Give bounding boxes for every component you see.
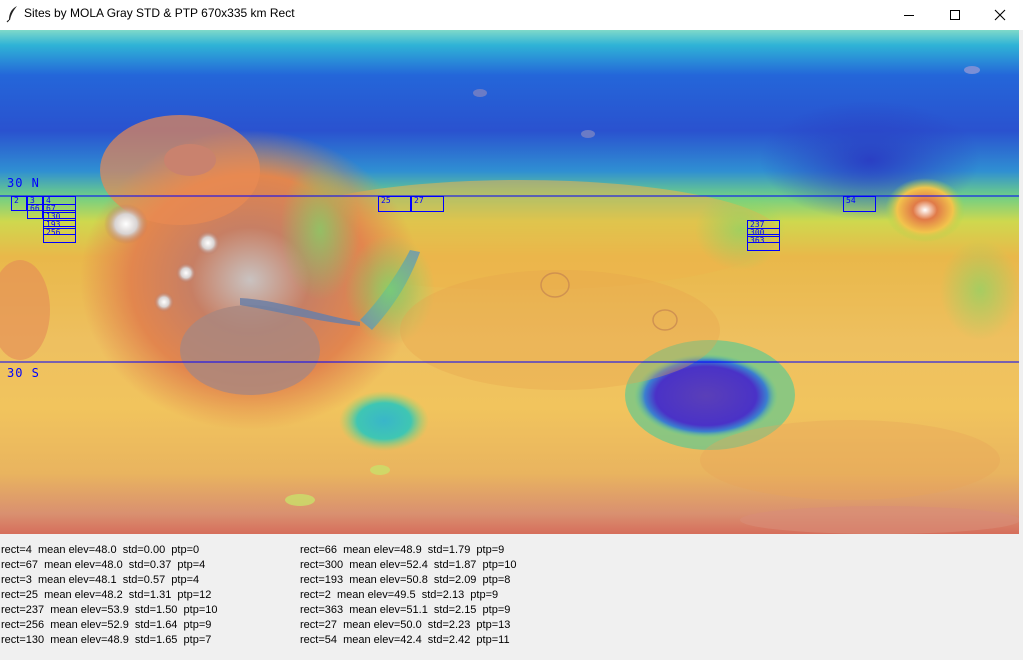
stats-line: rect=363 mean elev=51.1 std=2.15 ptp=9: [300, 604, 511, 616]
close-icon: [994, 9, 1006, 21]
site-rect-66[interactable]: 66: [27, 204, 43, 219]
stats-line: rect=256 mean elev=52.9 std=1.64 ptp=9: [1, 619, 212, 631]
lat-label-30n: 30 N: [7, 176, 40, 190]
site-rect-256[interactable]: 256: [43, 228, 76, 243]
stats-line: rect=67 mean elev=48.0 std=0.37 ptp=4: [1, 559, 206, 571]
site-rect-25[interactable]: 25: [378, 196, 411, 212]
minimize-button[interactable]: [886, 0, 932, 30]
stats-line: rect=300 mean elev=52.4 std=1.87 ptp=10: [300, 559, 517, 571]
stats-line: rect=193 mean elev=50.8 std=2.09 ptp=8: [300, 574, 511, 586]
stats-line: rect=66 mean elev=48.9 std=1.79 ptp=9: [300, 544, 505, 556]
stats-line: rect=25 mean elev=48.2 std=1.31 ptp=12: [1, 589, 212, 601]
site-rect-27[interactable]: 27: [411, 196, 444, 212]
stats-line: rect=2 mean elev=49.5 std=2.13 ptp=9: [300, 589, 499, 601]
site-rect-2[interactable]: 2: [11, 196, 27, 211]
site-rect-363[interactable]: 363: [747, 236, 780, 251]
mola-map-image: [0, 30, 1019, 534]
site-rect-54[interactable]: 54: [843, 196, 876, 212]
stats-line: rect=237 mean elev=53.9 std=1.50 ptp=10: [1, 604, 218, 616]
title-bar: Sites by MOLA Gray STD & PTP 670x335 km …: [0, 0, 1023, 30]
close-button[interactable]: [977, 0, 1023, 30]
feather-icon: [6, 6, 17, 23]
stats-column-left: rect=4 mean elev=48.0 std=0.00 ptp=0 rec…: [1, 543, 218, 648]
stats-line: rect=130 mean elev=48.9 std=1.65 ptp=7: [1, 634, 212, 646]
stats-line: rect=4 mean elev=48.0 std=0.00 ptp=0: [1, 544, 200, 556]
window-title: Sites by MOLA Gray STD & PTP 670x335 km …: [24, 6, 295, 20]
stats-column-right: rect=66 mean elev=48.9 std=1.79 ptp=9 re…: [300, 543, 517, 648]
mars-elevation-map[interactable]: 30 N 30 S 2 3 4 66 67 130 193 256 25 27 …: [0, 30, 1019, 534]
minimize-icon: [904, 15, 914, 16]
stats-line: rect=3 mean elev=48.1 std=0.57 ptp=4: [1, 574, 200, 586]
stats-line: rect=54 mean elev=42.4 std=2.42 ptp=11: [300, 634, 510, 646]
maximize-icon: [950, 10, 960, 20]
stats-line: rect=27 mean elev=50.0 std=2.23 ptp=13: [300, 619, 511, 631]
lat-label-30s: 30 S: [7, 366, 40, 380]
maximize-button[interactable]: [932, 0, 978, 30]
